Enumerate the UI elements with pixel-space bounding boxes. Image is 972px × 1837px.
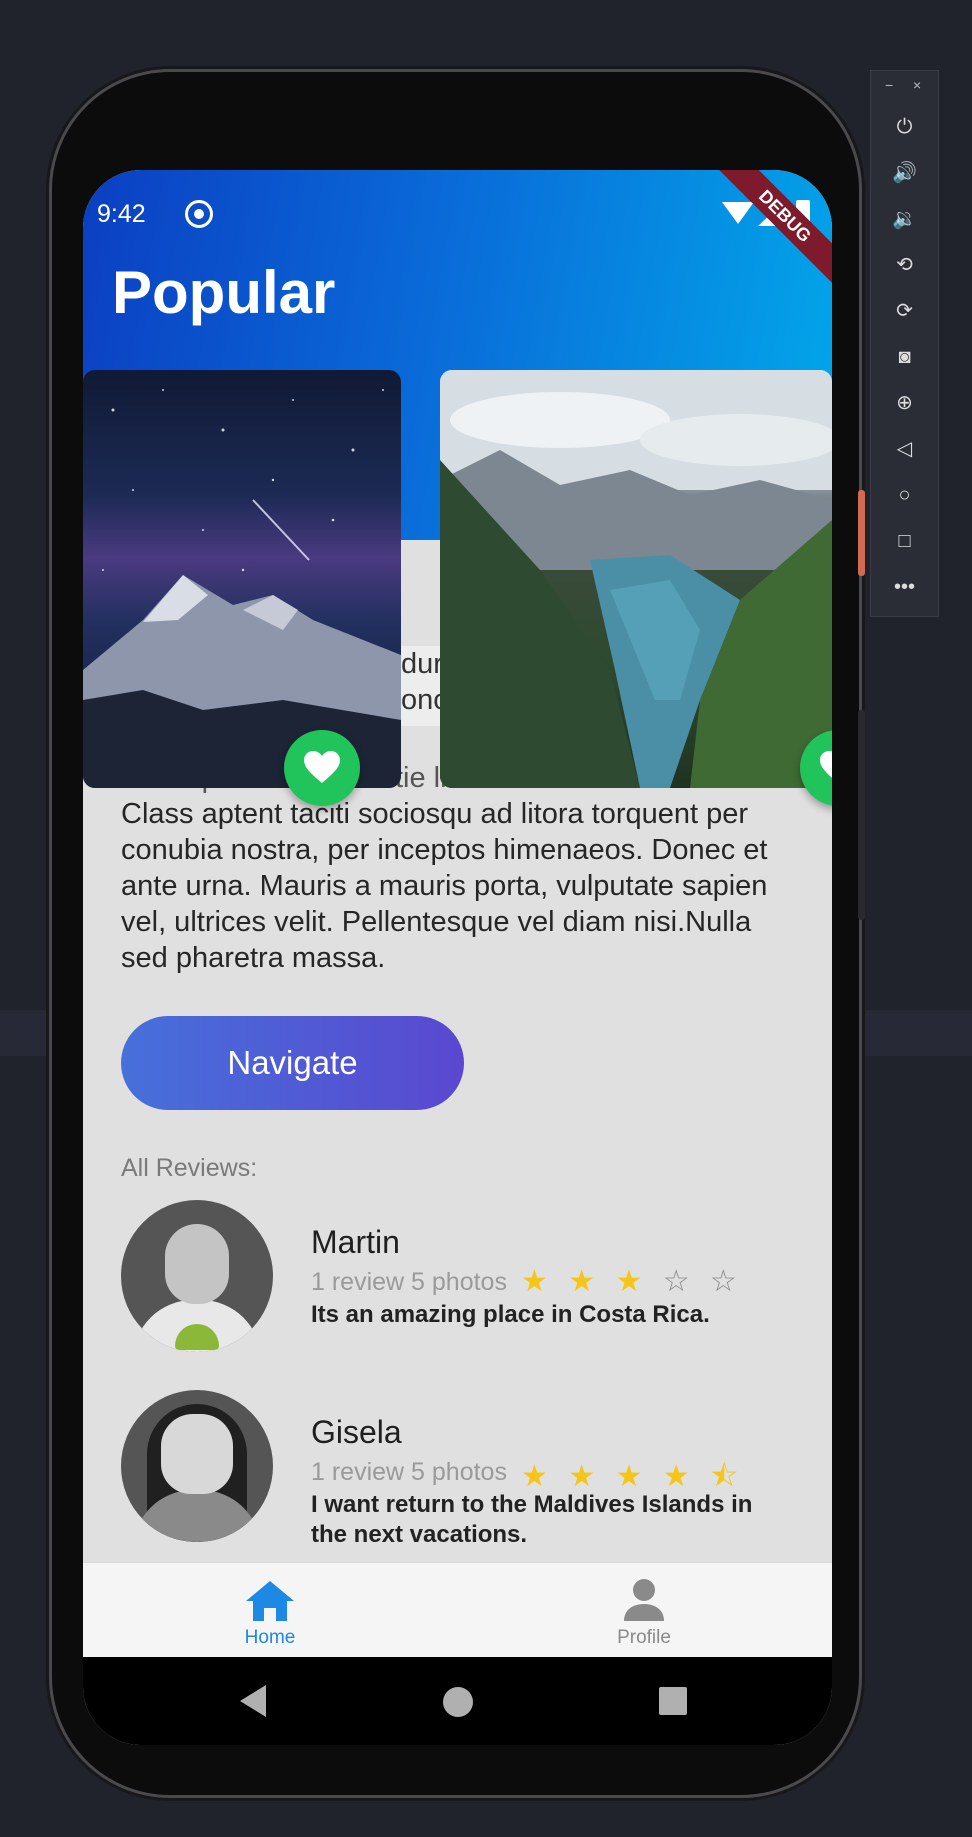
close-button[interactable]: ×: [913, 77, 921, 93]
heart-icon: [304, 751, 340, 783]
power-icon[interactable]: ⏻: [871, 113, 938, 141]
back-icon[interactable]: [240, 1685, 266, 1717]
system-navigation-bar: [83, 1657, 832, 1745]
night-mountain-image: [83, 389, 401, 788]
reviewer-meta: 1 review 5 photos: [311, 1458, 507, 1486]
status-bar: 9:42: [97, 200, 818, 230]
place-description: Morbi pharetra molestie libero nec accum…: [121, 760, 793, 976]
more-icon[interactable]: •••: [871, 573, 938, 601]
favorite-button-night[interactable]: [284, 730, 360, 806]
review-item-gisela: Gisela 1 review 5 photos ★ ★ ★ ★ ⯪ I wan…: [121, 1390, 801, 1560]
status-time: 9:42: [97, 200, 146, 228]
reviewer-name: Gisela: [311, 1414, 402, 1450]
avatar: [121, 1200, 273, 1352]
heart-icon: [820, 751, 832, 778]
reviewer-name: Martin: [311, 1224, 400, 1260]
home-icon: [246, 1581, 294, 1621]
review-text: Its an amazing place in Costa Rica.: [311, 1301, 710, 1328]
wifi-icon: [722, 202, 754, 224]
back-triangle-icon[interactable]: ◁: [871, 435, 938, 463]
bottom-tab-bar: Home Profile: [83, 1562, 832, 1658]
card-lake-valley[interactable]: [440, 370, 832, 788]
person-icon: [624, 1579, 664, 1621]
card-night-sky[interactable]: [83, 370, 401, 788]
volume-up-icon[interactable]: 🔊: [871, 159, 938, 187]
sync-icon: [185, 200, 213, 228]
navigate-button[interactable]: Navigate: [121, 1016, 464, 1110]
home-circle-icon[interactable]: [443, 1687, 473, 1717]
reviewer-meta: 1 review 5 photos: [311, 1268, 507, 1296]
camera-icon[interactable]: ◙: [871, 343, 938, 371]
app-screen: 9:42 DEBUG Popular dur onc Morbi pharetr…: [83, 170, 832, 1745]
review-item-martin: Martin 1 review 5 photos ★ ★ ★ ☆ ☆ Its a…: [121, 1200, 801, 1360]
lake-valley-image: [440, 370, 832, 788]
emulator-toolbar: − × ⏻ 🔊 🔉 ⟲ ⟳ ◙ ⊕ ◁ ○ □ •••: [870, 70, 939, 617]
debug-banner: DEBUG: [707, 170, 832, 294]
star-rating: ★ ★ ★ ☆ ☆: [521, 1265, 743, 1298]
description-text: Class aptent taciti sociosqu ad litora t…: [121, 798, 768, 974]
avatar: [121, 1390, 273, 1542]
reviews-heading: All Reviews:: [121, 1154, 258, 1182]
rotate-left-icon[interactable]: ⟲: [871, 251, 938, 279]
power-button[interactable]: [858, 490, 865, 576]
volume-rocker[interactable]: [858, 710, 865, 920]
rotate-right-icon[interactable]: ⟳: [871, 297, 938, 325]
zoom-icon[interactable]: ⊕: [871, 389, 938, 417]
tab-profile-label: Profile: [617, 1627, 671, 1648]
volume-down-icon[interactable]: 🔉: [871, 205, 938, 233]
description-peek: dur onc: [401, 646, 441, 726]
tab-profile[interactable]: Profile: [544, 1563, 744, 1658]
recents-icon[interactable]: [659, 1687, 687, 1715]
review-text: I want return to the Maldives Islands in…: [311, 1491, 753, 1548]
page-title: Popular: [112, 259, 336, 326]
overview-square-icon[interactable]: □: [871, 527, 938, 555]
minimize-button[interactable]: −: [885, 77, 893, 93]
tab-home[interactable]: Home: [170, 1563, 370, 1658]
home-circle-outline-icon[interactable]: ○: [871, 481, 938, 509]
tab-home-label: Home: [244, 1627, 296, 1648]
